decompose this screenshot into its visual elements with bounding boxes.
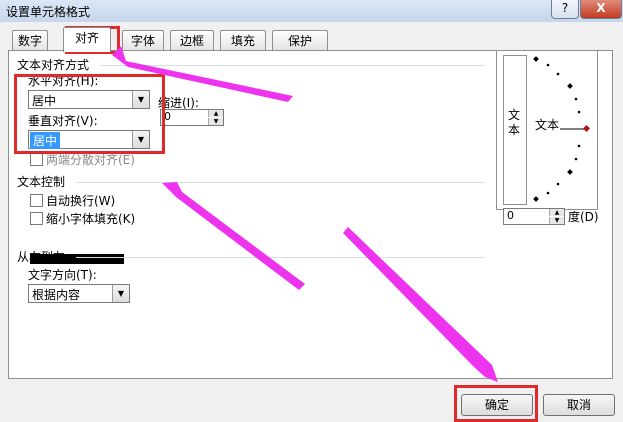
arrow-to-alignment <box>162 182 305 290</box>
title-bar: 设置单元格格式 ? X <box>0 0 623 23</box>
annotation-arrows <box>112 46 498 382</box>
tab-alignment[interactable]: 对齐 <box>63 27 111 52</box>
arrow-to-ok <box>343 227 498 382</box>
close-button[interactable]: X <box>580 0 622 19</box>
format-cells-dialog: 数字 对齐 字体 边框 填充 保护 文本对齐方式 水平对齐(H): 居中 ▼ 缩… <box>0 22 623 422</box>
arrow-to-tab <box>112 46 293 102</box>
window-title: 设置单元格格式 <box>6 5 91 19</box>
help-button[interactable]: ? <box>551 0 579 19</box>
